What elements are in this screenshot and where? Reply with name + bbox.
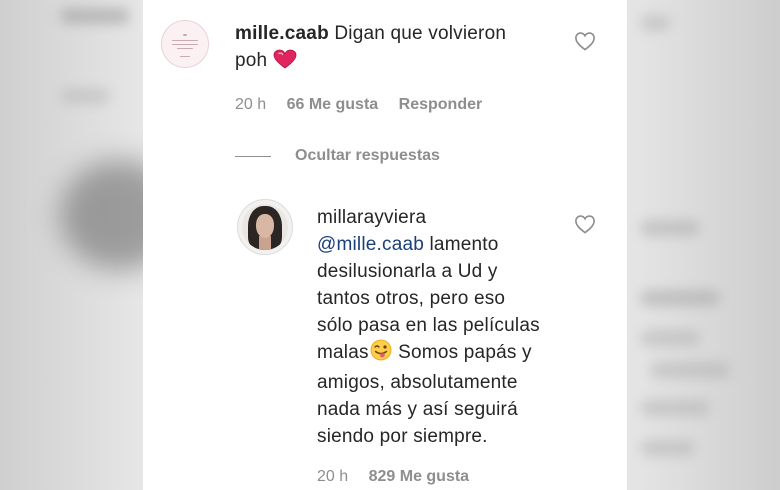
reply-line: lamento	[424, 234, 499, 255]
reply-line: amigos, absolutamente	[317, 372, 518, 393]
heart-emoji	[273, 49, 297, 77]
reply-button[interactable]: Responder	[399, 96, 483, 113]
reply-line: nada más y así seguirá	[317, 399, 518, 420]
hide-replies-button[interactable]: Ocultar respuestas	[295, 147, 440, 165]
winking-tongue-emoji	[369, 339, 393, 369]
comment-likes[interactable]: 66 Me gusta	[287, 96, 379, 113]
reply-line: Somos papás y	[392, 342, 532, 363]
reply-username[interactable]: millarayviera	[317, 207, 426, 228]
reply-line: malas	[317, 342, 369, 363]
comment-text-line2: poh	[235, 50, 268, 71]
reply-avatar[interactable]	[237, 199, 293, 255]
heart-outline-icon[interactable]	[574, 31, 596, 51]
comments-panel: mille.caab Digan que volvieron poh 20 h …	[143, 0, 627, 490]
reply-meta: 20 h 829 Me gusta	[317, 468, 469, 486]
reply-mention[interactable]: @mille.caab	[317, 234, 424, 255]
reply-line: siendo por siempre.	[317, 426, 488, 447]
reply-line: sólo pasa en las películas	[317, 315, 540, 336]
reply-line: tantos otros, pero eso	[317, 288, 506, 309]
comment-meta: 20 h 66 Me gusta Responder	[235, 96, 482, 114]
replies-divider	[235, 156, 271, 157]
comment-body: mille.caab Digan que volvieron poh	[235, 20, 555, 77]
commenter-avatar[interactable]	[161, 20, 209, 68]
reply-time[interactable]: 20 h	[317, 468, 348, 485]
reply-body: millarayviera @mille.caab lamento desilu…	[317, 204, 587, 450]
reply-line: desilusionarla a Ud y	[317, 261, 498, 282]
comment-username[interactable]: mille.caab	[235, 23, 329, 44]
heart-outline-icon[interactable]	[574, 214, 596, 234]
comment-time[interactable]: 20 h	[235, 96, 266, 113]
reply-likes[interactable]: 829 Me gusta	[369, 468, 469, 485]
comment-text: Digan que volvieron	[334, 23, 507, 44]
